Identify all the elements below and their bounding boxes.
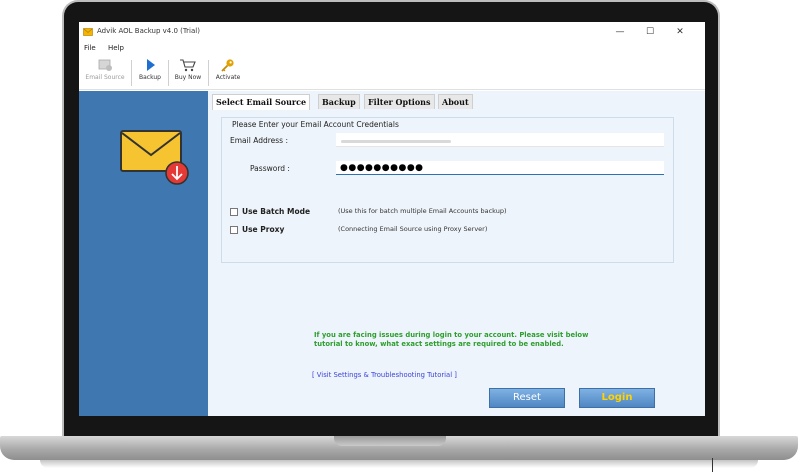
email-source-button[interactable]: Email Source — [82, 58, 128, 88]
menu-file[interactable]: File — [84, 44, 96, 52]
content-panel: Select Email Source Backup Filter Option… — [208, 91, 705, 416]
email-address-label: Email Address : — [230, 136, 288, 145]
envelope-app-icon — [83, 28, 93, 36]
menu-help[interactable]: Help — [108, 44, 124, 52]
login-help-text: If you are facing issues during login to… — [314, 331, 589, 348]
activate-label: Activate — [215, 74, 241, 81]
window-title: Advik AOL Backup v4.0 (Trial) — [97, 27, 200, 35]
cart-icon — [180, 59, 196, 72]
left-panel — [79, 91, 208, 416]
laptop-shadow — [40, 460, 758, 468]
toolbar-separator — [168, 60, 169, 86]
credentials-group: Please Enter your Email Account Credenti… — [221, 117, 674, 263]
password-label: Password : — [250, 164, 290, 173]
activate-button[interactable]: Activate — [211, 58, 245, 88]
backup-button[interactable]: Backup — [135, 58, 165, 88]
tab-select-email-source[interactable]: Select Email Source — [212, 94, 311, 110]
proxy-checkbox[interactable] — [230, 226, 238, 234]
buy-now-label: Buy Now — [174, 74, 202, 81]
envelope-download-icon — [120, 130, 189, 185]
batch-mode-description: (Use this for batch multiple Email Accou… — [338, 207, 507, 215]
laptop-notch — [334, 436, 446, 446]
title-bar: Advik AOL Backup v4.0 (Trial) — ☐ ✕ — [79, 22, 705, 42]
tab-filter-options[interactable]: Filter Options — [364, 94, 435, 109]
reset-button[interactable]: Reset — [489, 388, 565, 408]
tab-about[interactable]: About — [438, 94, 473, 109]
menu-bar: File Help — [79, 42, 705, 56]
play-icon — [147, 59, 155, 71]
key-icon — [221, 59, 234, 72]
credentials-group-title: Please Enter your Email Account Credenti… — [232, 120, 399, 129]
email-source-label: Email Source — [85, 74, 125, 81]
minimize-button[interactable]: — — [607, 24, 633, 40]
close-button[interactable]: ✕ — [667, 24, 693, 40]
batch-mode-checkbox[interactable] — [230, 208, 238, 216]
tutorial-link[interactable]: [ Visit Settings & Troubleshooting Tutor… — [312, 371, 457, 379]
backup-label: Backup — [139, 74, 161, 81]
toolbar: Email Source Backup Buy Now Activate — [79, 56, 705, 90]
proxy-description: (Connecting Email Source using Proxy Ser… — [338, 225, 488, 233]
password-input[interactable]: ●●●●●●●●●● — [336, 161, 664, 175]
hero-envelope — [119, 127, 191, 189]
batch-mode-label: Use Batch Mode — [242, 207, 311, 216]
app-window: Advik AOL Backup v4.0 (Trial) — ☐ ✕ File… — [79, 22, 705, 416]
toolbar-separator — [131, 60, 132, 86]
buy-now-button[interactable]: Buy Now — [171, 58, 205, 88]
email-address-value-redacted — [341, 140, 451, 143]
maximize-button[interactable]: ☐ — [637, 24, 663, 40]
email-source-icon — [98, 59, 112, 71]
toolbar-separator — [208, 60, 209, 86]
tab-backup[interactable]: Backup — [318, 94, 360, 109]
text-cursor — [712, 458, 713, 472]
login-button[interactable]: Login — [579, 388, 655, 408]
proxy-label: Use Proxy — [242, 225, 285, 234]
